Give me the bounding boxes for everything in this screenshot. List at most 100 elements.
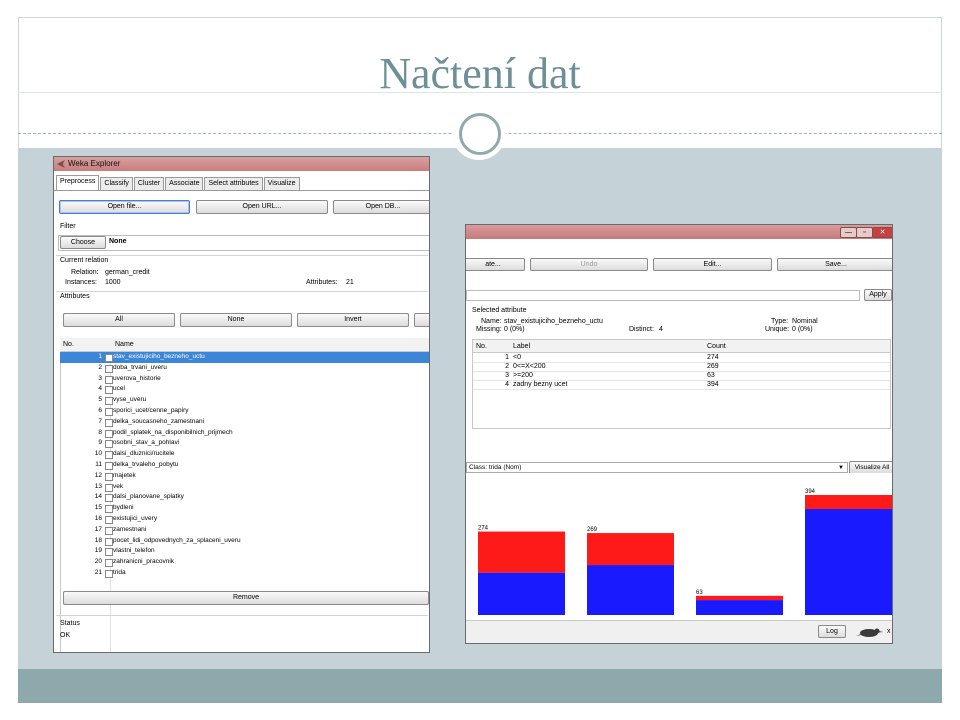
table-row[interactable]: 12 majetek	[60, 471, 429, 482]
row-no: 21	[94, 568, 102, 576]
log-button[interactable]: Log	[818, 625, 846, 638]
tab-preprocess[interactable]: Preprocess	[56, 175, 100, 190]
tab-classify[interactable]: Classify	[100, 177, 133, 190]
open-url-button[interactable]: Open URL...	[196, 200, 328, 214]
filter-field[interactable]	[466, 290, 860, 301]
generate-button[interactable]: ate...	[466, 258, 525, 271]
weka-bird-icon	[57, 160, 65, 168]
minimize-button[interactable]: —	[840, 227, 857, 238]
row-name: ucel	[113, 385, 125, 393]
row-no: 4	[98, 385, 102, 393]
table-row[interactable]: 21 trida	[60, 568, 429, 579]
row-checkbox[interactable]	[105, 354, 113, 362]
table-row[interactable]: 13 vek	[60, 482, 429, 493]
row-checkbox[interactable]	[105, 364, 113, 373]
select-all-button[interactable]: All	[63, 313, 175, 327]
table-row[interactable]: 4 ucel	[60, 384, 429, 395]
select-none-button[interactable]: None	[180, 313, 292, 327]
table-row[interactable]: 19 vlastni_telefon	[60, 546, 429, 557]
row-checkbox[interactable]	[105, 429, 113, 438]
row-no: 4	[505, 381, 509, 388]
slide-title: Načtení dat	[379, 49, 581, 98]
row-no: 12	[94, 471, 102, 479]
row-checkbox[interactable]	[105, 526, 113, 535]
choose-button[interactable]: Choose	[60, 236, 106, 249]
row-count: 274	[707, 354, 719, 361]
remove-button[interactable]: Remove	[63, 591, 429, 605]
table-row[interactable]: 14 dalsi_planovane_splatky	[60, 492, 429, 503]
class-selector-value: Class: trida (Nom)	[469, 464, 522, 471]
row-checkbox[interactable]	[105, 461, 113, 470]
row-checkbox[interactable]	[105, 537, 113, 546]
class-selector[interactable]: Class: trida (Nom) ▼	[466, 462, 848, 473]
table-row[interactable]: 3 uverova_historie	[60, 374, 429, 385]
relation-label: Relation:	[71, 269, 99, 276]
unique-value: 0 (0%)	[792, 326, 813, 333]
bar-segment-red	[805, 495, 892, 510]
current-relation-label: Current relation	[60, 257, 109, 264]
row-no: 3	[98, 374, 102, 382]
row-checkbox[interactable]	[105, 505, 113, 514]
pattern-button[interactable]	[414, 313, 429, 327]
row-checkbox[interactable]	[105, 407, 113, 416]
table-row[interactable]: 7 delka_soucasneho_zamestnani	[60, 417, 429, 428]
table-row[interactable]: 6 sporici_ucet/cenne_papiry	[60, 406, 429, 417]
header-no: No.	[63, 341, 74, 348]
row-checkbox[interactable]	[105, 559, 113, 568]
tab-associate[interactable]: Associate	[165, 177, 204, 190]
row-checkbox[interactable]	[105, 418, 113, 427]
row-checkbox[interactable]	[105, 375, 113, 384]
apply-button[interactable]: Apply	[864, 289, 892, 301]
save-button[interactable]: Save...	[777, 258, 892, 271]
tab-cluster[interactable]: Cluster	[133, 177, 165, 190]
bar-total-label: 394	[805, 489, 816, 495]
header-count: Count	[707, 343, 726, 350]
maximize-button[interactable]: ▫	[856, 227, 873, 238]
row-checkbox[interactable]	[105, 548, 113, 557]
window-titlebar[interactable]: — ▫ ✕	[466, 225, 892, 239]
row-name: zahranicni_pracovnik	[113, 558, 175, 566]
window-titlebar[interactable]: Weka Explorer	[54, 157, 429, 171]
row-checkbox[interactable]	[105, 494, 113, 503]
relation-value: german_credit	[105, 269, 150, 276]
tab-select-attributes[interactable]: Select attributes	[204, 177, 263, 190]
row-checkbox[interactable]	[105, 386, 113, 395]
row-checkbox[interactable]	[105, 483, 113, 492]
close-button[interactable]: ✕	[872, 227, 892, 238]
attributes-section-label: Attributes	[60, 293, 90, 300]
table-row[interactable]: 9 osobni_stav_a_pohlavi	[60, 438, 429, 449]
edit-button[interactable]: Edit...	[653, 258, 772, 271]
tab-visualize[interactable]: Visualize	[263, 177, 300, 190]
table-row[interactable]: 11 delka_trvaleho_pobytu	[60, 460, 429, 471]
open-db-button[interactable]: Open DB...	[333, 200, 429, 214]
table-row[interactable]: 16 existujici_uvery	[60, 514, 429, 525]
row-checkbox[interactable]	[105, 472, 113, 481]
table-row[interactable]: 8 podil_splatek_na_disponibilnich_prijmec…	[60, 428, 429, 439]
row-checkbox[interactable]	[105, 569, 113, 578]
table-row[interactable]: 4 zadny bezny ucet 394	[473, 380, 890, 390]
filter-section-label: Filter	[60, 223, 76, 230]
row-no: 2	[98, 363, 102, 371]
table-row[interactable]: 17 zamestnani	[60, 525, 429, 536]
table-row[interactable]: 20 zahranicni_pracovnik	[60, 557, 429, 568]
row-no: 19	[94, 547, 102, 555]
open-file-button[interactable]: Open file...	[59, 200, 190, 214]
row-name: existujici_uvery	[113, 514, 158, 522]
table-row[interactable]: 10 dalsi_dluznici/rucitele	[60, 449, 429, 460]
row-checkbox[interactable]	[105, 440, 113, 449]
table-row[interactable]: 5 vyse_uveru	[60, 395, 429, 406]
row-checkbox[interactable]	[105, 515, 113, 524]
row-no: 18	[94, 536, 102, 544]
table-row[interactable]: 1 stav_existujiciho_bezneho_uctu	[60, 352, 429, 363]
close-icon[interactable]: x	[887, 628, 891, 635]
table-row[interactable]: 15 bydleni	[60, 503, 429, 514]
row-checkbox[interactable]	[105, 451, 113, 460]
table-row[interactable]: 2 doba_trvani_uveru	[60, 363, 429, 374]
table-row[interactable]: 18 pocet_lidi_odpovednych_za_splaceni_uve…	[60, 536, 429, 547]
bar-segment-blue	[478, 572, 565, 615]
undo-button[interactable]: Undo	[530, 258, 648, 271]
bar-segment-blue	[696, 600, 783, 615]
class-distribution-chart: 274 269 63 394	[466, 473, 892, 619]
row-checkbox[interactable]	[105, 397, 113, 406]
invert-selection-button[interactable]: Invert	[297, 313, 409, 327]
